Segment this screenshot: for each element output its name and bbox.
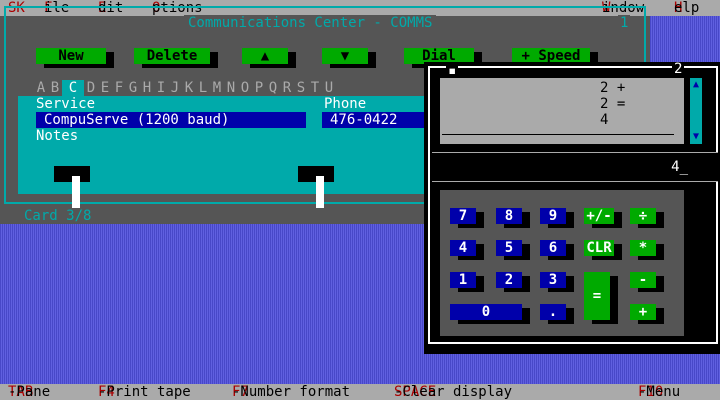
- letter-tab-t[interactable]: T: [308, 80, 322, 96]
- letter-tab-h[interactable]: H: [140, 80, 154, 96]
- key-3[interactable]: 3: [540, 272, 566, 288]
- key-divide[interactable]: ÷: [630, 208, 656, 224]
- phone-label: Phone: [324, 96, 367, 112]
- delete-button[interactable]: Delete: [134, 48, 210, 64]
- key-0[interactable]: 0: [450, 304, 522, 320]
- calculator-close-button[interactable]: ▪: [446, 64, 459, 78]
- up-button[interactable]: ▲: [242, 48, 288, 64]
- key-minus[interactable]: -: [630, 272, 656, 288]
- key-8[interactable]: 8: [496, 208, 522, 224]
- letter-tab-o[interactable]: O: [238, 80, 252, 96]
- binder-ring-left-post: [72, 176, 80, 208]
- phone-field[interactable]: 476-0422: [322, 112, 428, 128]
- key-7[interactable]: 7: [450, 208, 476, 224]
- tape-line-3: 4: [600, 112, 609, 128]
- letter-tab-c[interactable]: C: [62, 80, 84, 96]
- letter-tab-l[interactable]: L: [196, 80, 210, 96]
- scroll-up-icon[interactable]: ▲: [690, 80, 702, 90]
- letter-tab-n[interactable]: N: [224, 80, 238, 96]
- new-button[interactable]: New: [36, 48, 106, 64]
- letter-tab-g[interactable]: G: [126, 80, 140, 96]
- letter-tabs: ABCDEFGHIJKLMNOPQRSTU: [34, 80, 336, 96]
- notes-label: Notes: [36, 128, 79, 144]
- letter-tab-d[interactable]: D: [84, 80, 98, 96]
- letter-tab-b[interactable]: B: [48, 80, 62, 96]
- scroll-down-icon[interactable]: ▼: [690, 132, 702, 142]
- letter-tab-a[interactable]: A: [34, 80, 48, 96]
- letter-tab-k[interactable]: K: [182, 80, 196, 96]
- letter-tab-i[interactable]: I: [154, 80, 168, 96]
- key-plus-minus[interactable]: +/-: [584, 208, 614, 224]
- key-decimal[interactable]: .: [540, 304, 566, 320]
- comms-window-title: Communications Center - COMMS: [184, 15, 437, 31]
- key-2[interactable]: 2: [496, 272, 522, 288]
- service-field[interactable]: CompuServe (1200 baud): [36, 112, 306, 128]
- letter-tab-e[interactable]: E: [98, 80, 112, 96]
- display-value: 4_: [671, 159, 688, 175]
- key-multiply[interactable]: *: [630, 240, 656, 256]
- key-4[interactable]: 4: [450, 240, 476, 256]
- key-1[interactable]: 1: [450, 272, 476, 288]
- tape-line-1: 2 +: [600, 80, 626, 96]
- letter-tab-s[interactable]: S: [294, 80, 308, 96]
- letter-tab-u[interactable]: U: [322, 80, 336, 96]
- tape-line-2: 2 =: [600, 96, 626, 112]
- comms-window-number: 1: [618, 15, 631, 31]
- key-9[interactable]: 9: [540, 208, 566, 224]
- letter-tab-m[interactable]: M: [210, 80, 224, 96]
- letter-tab-r[interactable]: R: [280, 80, 294, 96]
- letter-tab-q[interactable]: Q: [266, 80, 280, 96]
- key-plus[interactable]: +: [630, 304, 656, 320]
- down-button[interactable]: ▼: [322, 48, 368, 64]
- service-label: Service: [36, 96, 96, 112]
- calculator-window-number: 2: [672, 61, 685, 77]
- key-5[interactable]: 5: [496, 240, 522, 256]
- status-bar: TAB -Pane F4 -Print tape F7 -Number format …: [0, 384, 720, 400]
- tape-total-rule: [442, 134, 674, 135]
- calculator-display: 4_: [432, 152, 718, 182]
- key-clear[interactable]: CLR: [584, 240, 614, 256]
- key-6[interactable]: 6: [540, 240, 566, 256]
- tape-scrollbar[interactable]: ▲ ▼: [690, 78, 702, 144]
- letter-tab-j[interactable]: J: [168, 80, 182, 96]
- binder-ring-right-post: [316, 176, 324, 208]
- card-indicator: Card 3/8: [20, 208, 96, 224]
- letter-tab-p[interactable]: P: [252, 80, 266, 96]
- letter-tab-f[interactable]: F: [112, 80, 126, 96]
- key-equals[interactable]: =: [584, 272, 610, 320]
